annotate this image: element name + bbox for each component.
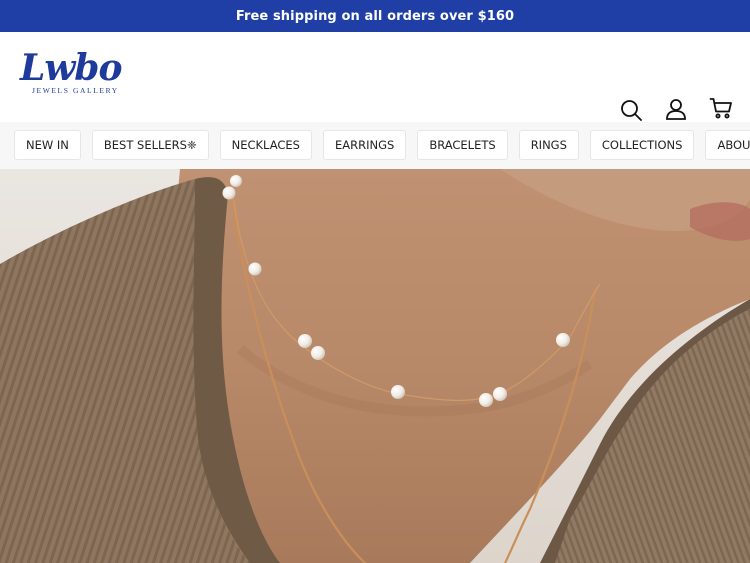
nav-item-earrings[interactable]: EARRINGS [322,130,407,160]
brand-logo[interactable]: Lwbo JEWELS GALLERY [20,48,124,104]
main-nav: NEW IN BEST SELLERS❈ NECKLACES EARRINGS … [0,122,750,170]
search-icon [621,100,642,121]
nav-item-bracelets[interactable]: BRACELETS [417,130,508,160]
account-button[interactable] [664,97,688,121]
announcement-bar: Free shipping on all orders over $160 [0,0,750,32]
brand-name: Lwbo [20,47,123,89]
nav-item-rings[interactable]: RINGS [518,130,579,160]
announcement-text: Free shipping on all orders over $160 [235,8,515,24]
search-button[interactable] [619,98,643,122]
nav-item-new-in[interactable]: NEW IN [14,130,81,160]
nav-item-necklaces[interactable]: NECKLACES [219,130,312,160]
cart-icon [709,98,732,119]
site-header: Lwbo JEWELS GALLERY [0,32,750,122]
hero-image[interactable] [0,169,750,563]
nav-item-collections[interactable]: COLLECTIONS [589,130,695,160]
nav-item-best-sellers[interactable]: BEST SELLERS❈ [91,130,209,160]
account-icon [666,99,686,120]
hero-jewelry-photo [0,169,750,563]
nav-track: NEW IN BEST SELLERS❈ NECKLACES EARRINGS … [14,130,750,160]
cart-button[interactable] [709,96,733,120]
brand-tagline: JEWELS GALLERY [32,86,119,95]
nav-item-about-us[interactable]: ABOUT US [705,130,750,160]
